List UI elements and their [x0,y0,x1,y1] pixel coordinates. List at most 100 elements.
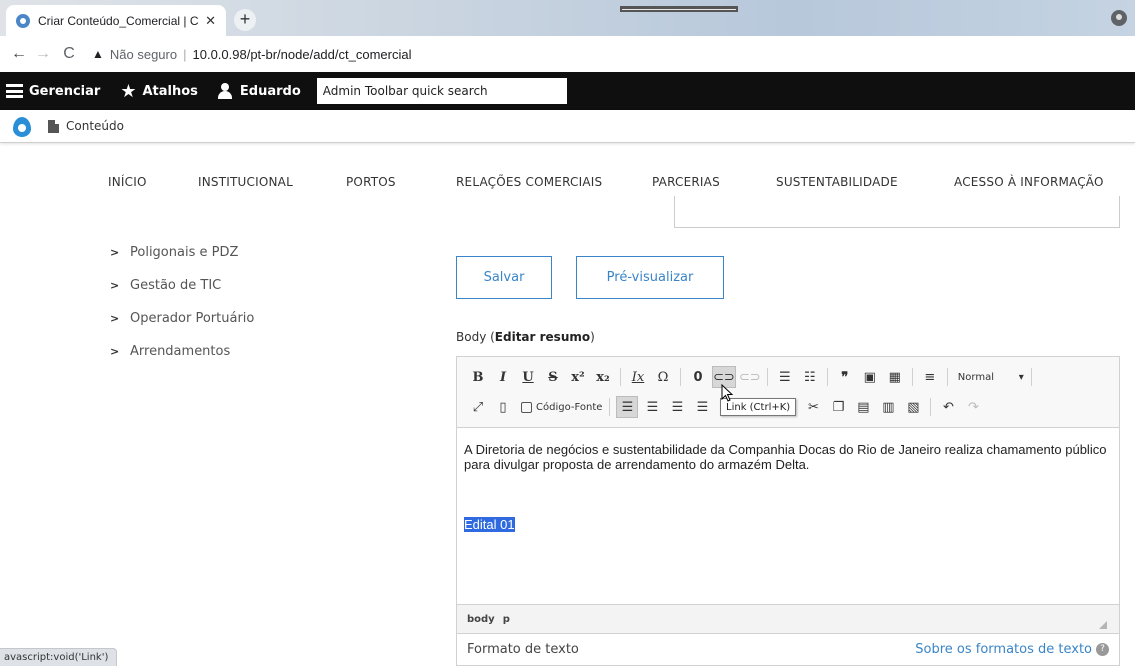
sidebar-item-label: Arrendamentos [130,344,231,359]
anchor-icon[interactable]: 0 [687,366,709,388]
site-main-navigation: INÍCIO INSTITUCIONAL PORTOS RELAÇÕES COM… [0,143,1135,220]
align-left-icon[interactable]: ☰ [616,396,639,418]
browser-tab-strip: Criar Conteúdo_Comercial | CDRJ ✕ + [0,0,1135,36]
toolbar-separator [930,398,932,416]
underline-icon[interactable]: U [517,366,539,388]
copy-icon[interactable]: ❐ [827,396,849,418]
undo-icon[interactable]: ↶ [937,396,959,418]
forward-arrow-icon[interactable]: → [32,45,54,63]
cut-icon[interactable]: ✂ [802,396,824,418]
chevron-right-icon: > [110,246,120,259]
horizontal-line-icon[interactable]: ≡ [919,366,941,388]
reload-icon[interactable]: C [58,45,80,63]
sidebar-item-gestao-tic[interactable]: > Gestão de TIC [110,269,254,302]
nav-link-inicio[interactable]: INÍCIO [108,175,147,189]
redo-icon[interactable]: ↷ [962,396,984,418]
sidebar-item-arrendamentos[interactable]: > Arrendamentos [110,335,254,368]
blockquote-icon[interactable]: ❞ [834,366,856,388]
security-status[interactable]: Não seguro [110,47,177,62]
paste-icon[interactable]: ▤ [852,396,874,418]
toolbar-separator [680,368,681,386]
sidebar-item-label: Gestão de TIC [130,278,222,293]
maximize-icon[interactable]: ⤢ [467,396,489,418]
help-icon: ? [1096,643,1109,656]
source-code-button[interactable]: Código-Fonte [517,396,606,418]
chevron-down-icon: ▾ [1018,371,1024,383]
shortcuts-menu-button[interactable]: ★ Atalhos [110,72,208,110]
resize-handle-icon[interactable] [1099,621,1107,629]
toolbar-separator [620,368,621,386]
align-center-icon[interactable]: ☰ [641,396,663,418]
admin-quick-search-input[interactable] [316,78,567,104]
tab-close-icon[interactable]: ✕ [205,13,216,29]
new-tab-button[interactable]: + [234,9,256,31]
source-icon [521,401,532,413]
content-menu-link[interactable]: Conteúdo [66,119,124,133]
toolbar-separator [826,368,828,386]
justify-icon[interactable]: ☰ [691,396,713,418]
element-path-bar: body p [457,604,1119,633]
text-format-row: Formato de texto Sobre os formatos de te… [456,634,1120,666]
special-character-icon[interactable]: Ω [652,366,674,388]
back-arrow-icon[interactable]: ← [8,45,30,63]
italic-icon[interactable]: I [492,366,514,388]
profile-avatar-icon[interactable] [1111,10,1127,26]
edit-summary-link[interactable]: Editar resumo [495,330,590,344]
url-text[interactable]: 10.0.0.98/pt-br/node/add/ct_comercial [193,47,412,62]
address-separator: | [183,46,187,62]
user-menu-button[interactable]: Eduardo [208,72,311,110]
remove-format-icon[interactable]: Ix [627,366,649,388]
nav-link-parcerias[interactable]: PARCERIAS [652,175,720,189]
sidebar-menu: > Poligonais e PDZ > Gestão de TIC > Ope… [110,236,254,368]
user-label: Eduardo [239,83,301,99]
address-bar: ← → C ▲ Não seguro | 10.0.0.98/pt-br/nod… [0,36,1135,72]
nav-link-acesso-informacao[interactable]: ACESSO À INFORMAÇÃO [954,175,1104,189]
editor-content-area[interactable]: A Diretoria de negócios e sustentabilida… [457,428,1119,604]
paste-word-icon[interactable]: ▧ [902,396,924,418]
nav-link-relacoes-comerciais[interactable]: RELAÇÕES COMERCIAIS [456,175,602,189]
strikethrough-icon[interactable]: S [542,366,564,388]
save-button[interactable]: Salvar [456,256,552,299]
warning-triangle-icon[interactable]: ▲ [92,47,104,61]
unlink-icon[interactable]: ⊂⊃ [739,366,761,388]
bulleted-list-icon[interactable]: ☰ [774,366,796,388]
window-drag-handle[interactable] [620,6,738,12]
align-right-icon[interactable]: ☰ [666,396,688,418]
path-body[interactable]: body [467,614,495,625]
browser-tab[interactable]: Criar Conteúdo_Comercial | CDRJ ✕ [6,5,226,36]
drupal-logo-icon[interactable] [10,113,34,140]
editor-paragraph[interactable]: A Diretoria de negócios e sustentabilida… [464,442,1112,472]
sidebar-item-operador-portuario[interactable]: > Operador Portuário [110,302,254,335]
site-favicon-icon [16,13,30,28]
shortcuts-label: Atalhos [142,83,198,99]
subscript-icon[interactable]: x₂ [592,366,614,388]
star-icon: ★ [120,80,137,102]
nav-link-institucional[interactable]: INSTITUCIONAL [198,175,293,189]
image-icon[interactable]: ▣ [859,366,881,388]
table-icon[interactable]: ▦ [884,366,906,388]
bold-icon[interactable]: B [467,366,489,388]
preview-button[interactable]: Pré-visualizar [576,256,724,299]
toolbar-separator [1030,368,1032,386]
about-text-formats-link[interactable]: Sobre os formatos de texto? [915,642,1109,657]
sidebar-item-poligonais[interactable]: > Poligonais e PDZ [110,236,254,269]
path-p[interactable]: p [503,614,510,625]
tab-title: Criar Conteúdo_Comercial | CDRJ [38,13,199,28]
nav-link-portos[interactable]: PORTOS [346,175,396,189]
format-select[interactable]: Normal ▾ [954,366,1028,388]
nav-link-sustentabilidade[interactable]: SUSTENTABILIDADE [776,175,898,189]
selected-text[interactable]: Edital 01 [464,517,515,532]
manage-menu-button[interactable]: Gerenciar [0,72,110,110]
toolbar-separator [911,368,913,386]
toolbar-separator [946,368,948,386]
rich-text-editor: B I U S x² x₂ Ix Ω 0 ⊂⊃ ⊂⊃ ☰ ☷ ❞ ▣ ▦ ≡ N… [456,356,1120,634]
sidebar-item-label: Operador Portuário [130,311,255,326]
paste-text-icon[interactable]: ▥ [877,396,899,418]
show-blocks-icon[interactable]: ▯ [492,396,514,418]
admin-tray: Conteúdo [0,110,1135,143]
numbered-list-icon[interactable]: ☷ [799,366,821,388]
admin-toolbar: Gerenciar ★ Atalhos Eduardo [0,72,1135,110]
hamburger-icon [6,84,23,98]
superscript-icon[interactable]: x² [567,366,589,388]
user-icon [217,83,232,99]
